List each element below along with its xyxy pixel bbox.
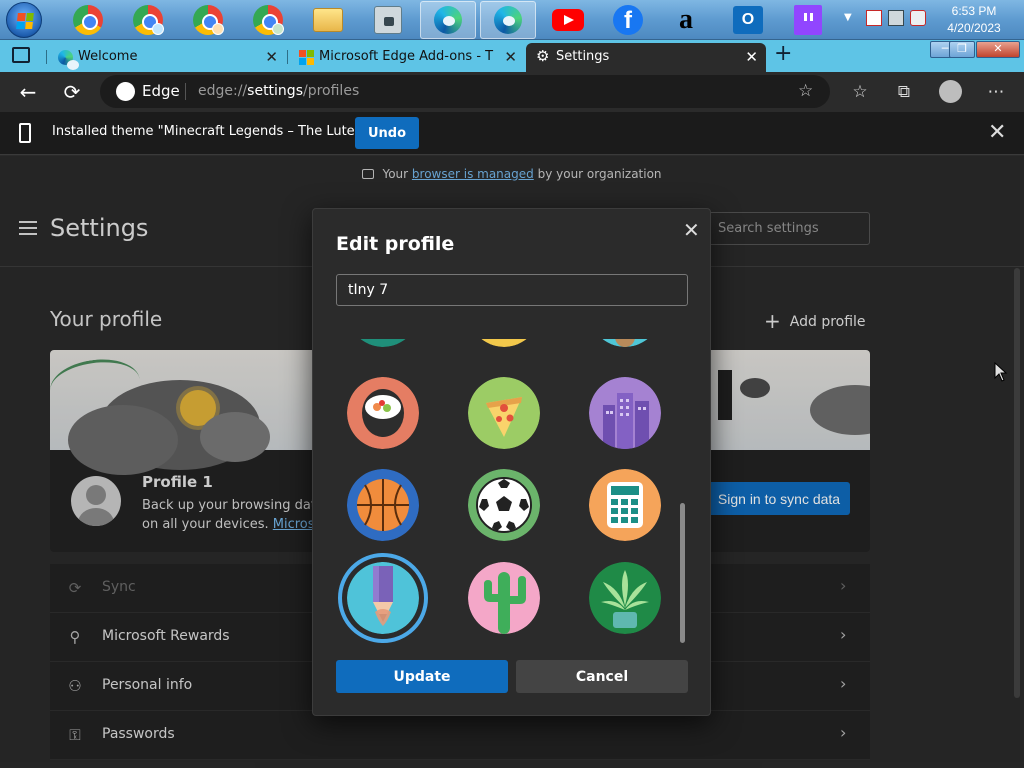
outlook-icon: O <box>733 6 763 34</box>
address-separator <box>185 83 186 100</box>
calculator-avatar[interactable] <box>589 469 661 541</box>
paintbrush-icon <box>19 123 31 143</box>
taskbar-edge-2[interactable] <box>480 1 536 39</box>
new-tab-button[interactable]: + <box>774 41 792 66</box>
profile-badge-icon <box>212 23 224 35</box>
cactus-avatar[interactable] <box>468 562 540 634</box>
tab-label: Welcome <box>78 49 138 64</box>
flag-alert-icon[interactable] <box>866 10 882 26</box>
url-bold: settings <box>247 83 303 99</box>
plant-avatar[interactable] <box>589 562 661 634</box>
close-icon[interactable]: ✕ <box>988 120 1006 145</box>
theme-notification-bar: Installed theme "Minecraft Legends – The… <box>0 112 1024 155</box>
taskbar-chrome-1[interactable] <box>60 1 116 39</box>
dialog-scrollbar[interactable] <box>680 503 685 643</box>
facebook-icon: f <box>613 5 643 35</box>
city-avatar[interactable] <box>589 377 661 449</box>
teal-avatar[interactable] <box>347 339 419 347</box>
youtube-icon <box>552 9 584 31</box>
aqua-avatar[interactable] <box>589 339 661 347</box>
profile-badge-icon <box>152 23 164 35</box>
windows-logo-icon <box>16 13 34 29</box>
close-tab-icon[interactable]: ✕ <box>745 43 758 71</box>
clock-time: 6:53 PM <box>951 4 997 18</box>
browser-label: Edge <box>142 82 180 100</box>
amazon-icon: a <box>679 4 693 35</box>
edge-icon <box>494 6 522 34</box>
window-close-button[interactable]: ✕ <box>976 41 1020 58</box>
url-suffix: /profiles <box>303 83 360 99</box>
pencil-avatar[interactable] <box>347 562 419 634</box>
more-options-icon[interactable]: ⋯ <box>984 80 1008 104</box>
profile-name-input[interactable] <box>336 274 688 306</box>
edge-logo-icon <box>116 82 135 101</box>
windows-start-button[interactable] <box>6 2 42 38</box>
taskbar-file-explorer[interactable] <box>300 1 356 39</box>
pizza-avatar[interactable] <box>468 377 540 449</box>
taskbar-security-app[interactable] <box>360 1 416 39</box>
tab-settings[interactable]: ⚙ Settings ✕ <box>526 43 766 72</box>
profile-badge-icon <box>272 23 284 35</box>
edge-icon <box>58 50 79 70</box>
system-tray: ▼ <box>844 10 926 26</box>
tab-separator <box>46 50 47 64</box>
gear-icon: ⚙ <box>536 47 550 65</box>
url-prefix: edge:// <box>198 83 248 99</box>
taskbar-chrome-2[interactable] <box>120 1 176 39</box>
dialog-title: Edit profile <box>336 233 455 255</box>
taskbar-clock[interactable]: 6:53 PM 4/20/2023 <box>930 3 1018 37</box>
tab-edge-addons[interactable]: Microsoft Edge Add-ons - Theme ✕ <box>289 43 525 72</box>
network-icon[interactable] <box>888 10 904 26</box>
tab-strip: Welcome ✕ Microsoft Edge Add-ons - Theme… <box>0 40 1024 72</box>
url-text[interactable]: edge://settings/profiles <box>198 83 359 99</box>
tab-actions-icon[interactable] <box>12 47 30 63</box>
soccer-ball-avatar[interactable] <box>468 469 540 541</box>
avatar-grid <box>313 339 712 649</box>
taskbar-outlook[interactable]: O <box>720 1 776 39</box>
lock-icon <box>374 6 402 34</box>
taskbar-chrome-4[interactable] <box>240 1 296 39</box>
clock-date: 4/20/2023 <box>947 21 1001 35</box>
tab-label: Settings <box>556 49 610 64</box>
chrome-icon <box>73 5 103 35</box>
edit-profile-dialog: Edit profile ✕ tIny 7 Update Cancel <box>312 208 711 716</box>
close-icon[interactable]: ✕ <box>683 218 700 242</box>
add-favorite-icon[interactable]: ☆ <box>798 81 813 101</box>
close-tab-icon[interactable]: ✕ <box>504 43 517 71</box>
undo-button[interactable]: Undo <box>355 117 419 149</box>
favorites-icon[interactable]: ☆ <box>848 80 872 104</box>
cancel-button[interactable]: Cancel <box>516 660 688 693</box>
yellow-avatar[interactable] <box>468 339 540 347</box>
taskbar-edge-1[interactable] <box>420 1 476 39</box>
taskbar-youtube[interactable] <box>540 1 596 39</box>
volume-muted-icon[interactable] <box>910 10 926 26</box>
notification-message: Installed theme "Minecraft Legends – The… <box>52 124 361 139</box>
profile-avatar-button[interactable] <box>939 80 962 103</box>
taskbar: f a O ▼ 6:53 PM 4/20/2023 <box>0 0 1024 40</box>
taskbar-facebook[interactable]: f <box>600 1 656 39</box>
close-tab-icon[interactable]: ✕ <box>265 43 278 71</box>
taskbar-twitch[interactable] <box>780 1 836 39</box>
address-bar-row: ← ⟳ Edge edge://settings/profiles ☆ ☆ ⧉ … <box>0 72 1024 112</box>
taskbar-amazon[interactable]: a <box>658 1 714 39</box>
sushi-avatar[interactable] <box>347 377 419 449</box>
edge-icon <box>434 6 462 34</box>
folder-icon <box>313 8 343 32</box>
restore-button[interactable]: ❐ <box>949 41 975 58</box>
tab-welcome[interactable]: Welcome ✕ <box>48 43 286 72</box>
tab-separator <box>287 50 288 64</box>
address-bar[interactable]: Edge edge://settings/profiles ☆ <box>100 75 830 108</box>
back-arrow-icon[interactable]: ← <box>14 78 42 106</box>
update-button[interactable]: Update <box>336 660 508 693</box>
twitch-icon <box>794 5 822 35</box>
microsoft-icon <box>299 50 314 65</box>
tab-label: Microsoft Edge Add-ons - Theme <box>319 49 494 64</box>
basketball-avatar[interactable] <box>347 469 419 541</box>
collections-icon[interactable]: ⧉ <box>892 80 916 104</box>
taskbar-chrome-3[interactable] <box>180 1 236 39</box>
refresh-icon[interactable]: ⟳ <box>58 78 86 106</box>
chevron-up-icon[interactable]: ▼ <box>844 10 860 26</box>
